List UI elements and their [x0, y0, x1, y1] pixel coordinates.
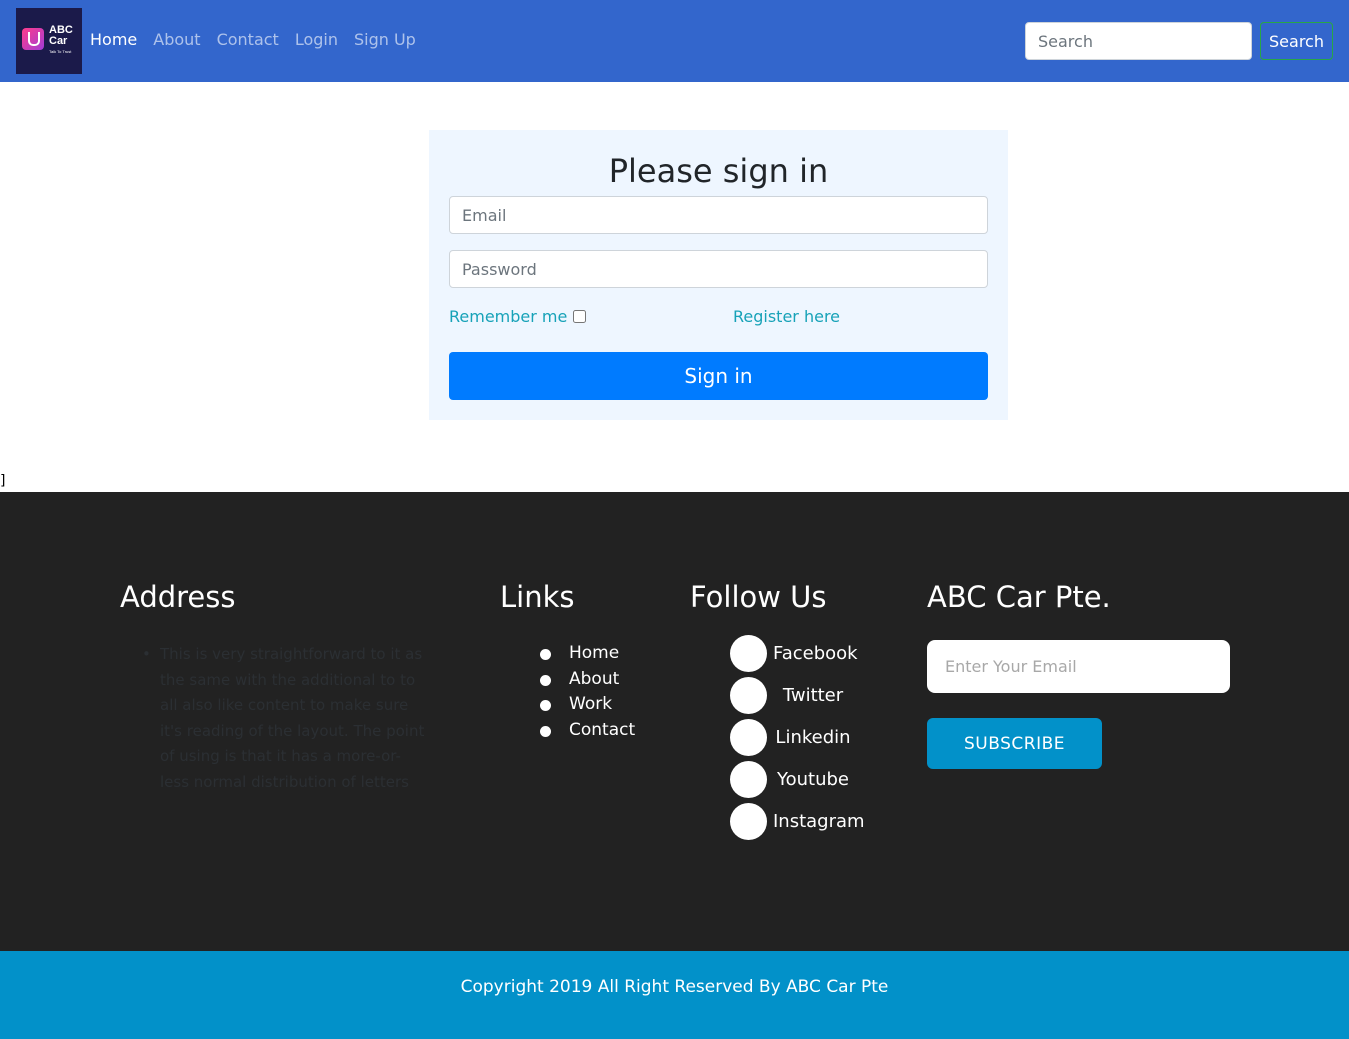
instagram-icon [730, 803, 767, 840]
footer-links: Home About Work Contact [540, 642, 635, 745]
search-input[interactable] [1025, 22, 1252, 60]
remember-me[interactable]: Remember me [449, 307, 587, 326]
footer-link-contact[interactable]: Contact [540, 719, 635, 745]
subscribe-button[interactable]: SUBSCRIBE [927, 718, 1102, 769]
links-heading: Links [500, 580, 575, 614]
password-field[interactable] [449, 250, 988, 288]
linkedin-icon [730, 719, 767, 756]
brand-tagline: Talk To Trust [49, 49, 72, 54]
sign-in-button[interactable]: Sign in [449, 352, 988, 400]
youtube-icon [730, 761, 767, 798]
email-field[interactable] [449, 196, 988, 234]
remember-me-label: Remember me [449, 307, 568, 326]
social-links: Facebook Twitter Linkedin Youtube Instag… [730, 635, 870, 845]
nav-item-signup[interactable]: Sign Up [354, 30, 416, 49]
social-linkedin[interactable]: Linkedin [730, 719, 870, 761]
search-button[interactable]: Search [1260, 22, 1333, 60]
address-text: This is very straightforward to it as th… [140, 642, 425, 795]
register-link[interactable]: Register here [733, 307, 840, 326]
brand-logo[interactable]: ABC Car Talk To Trust [16, 8, 82, 74]
social-twitter[interactable]: Twitter [730, 677, 870, 719]
social-label: Youtube [777, 769, 849, 790]
company-heading: ABC Car Pte. [927, 580, 1111, 614]
newsletter-email-input[interactable] [927, 640, 1230, 693]
social-instagram[interactable]: Instagram [730, 803, 870, 845]
social-label: Facebook [773, 643, 858, 664]
footer-link-home[interactable]: Home [540, 642, 635, 668]
nav-item-home[interactable]: Home [90, 30, 137, 49]
address-heading: Address [120, 580, 236, 614]
footer-link-about[interactable]: About [540, 668, 635, 694]
social-facebook[interactable]: Facebook [730, 635, 870, 677]
nav-item-about[interactable]: About [153, 30, 200, 49]
social-youtube[interactable]: Youtube [730, 761, 870, 803]
stray-bracket-text: ] [0, 473, 6, 489]
main-nav: Home About Contact Login Sign Up [90, 30, 416, 49]
footer: Address This is very straightforward to … [0, 492, 1349, 951]
copyright-bar: Copyright 2019 All Right Reserved By ABC… [0, 951, 1349, 1039]
page-title: Please sign in [608, 152, 829, 190]
social-label: Twitter [782, 685, 844, 706]
social-label: Instagram [773, 811, 865, 832]
follow-heading: Follow Us [690, 580, 827, 614]
nav-item-login[interactable]: Login [295, 30, 338, 49]
footer-link-work[interactable]: Work [540, 693, 635, 719]
copyright-text: Copyright 2019 All Right Reserved By ABC… [460, 977, 889, 997]
brand-name: ABC Car [49, 24, 73, 47]
social-label: Linkedin [775, 727, 851, 748]
signin-card: Please sign in Remember me Register here… [429, 130, 1008, 420]
navbar: ABC Car Talk To Trust Home About Contact… [0, 0, 1349, 82]
twitter-icon [730, 677, 767, 714]
remember-me-checkbox[interactable] [573, 310, 587, 323]
facebook-icon [730, 635, 767, 672]
logo-mark-icon [22, 28, 44, 50]
nav-item-contact[interactable]: Contact [217, 30, 279, 49]
